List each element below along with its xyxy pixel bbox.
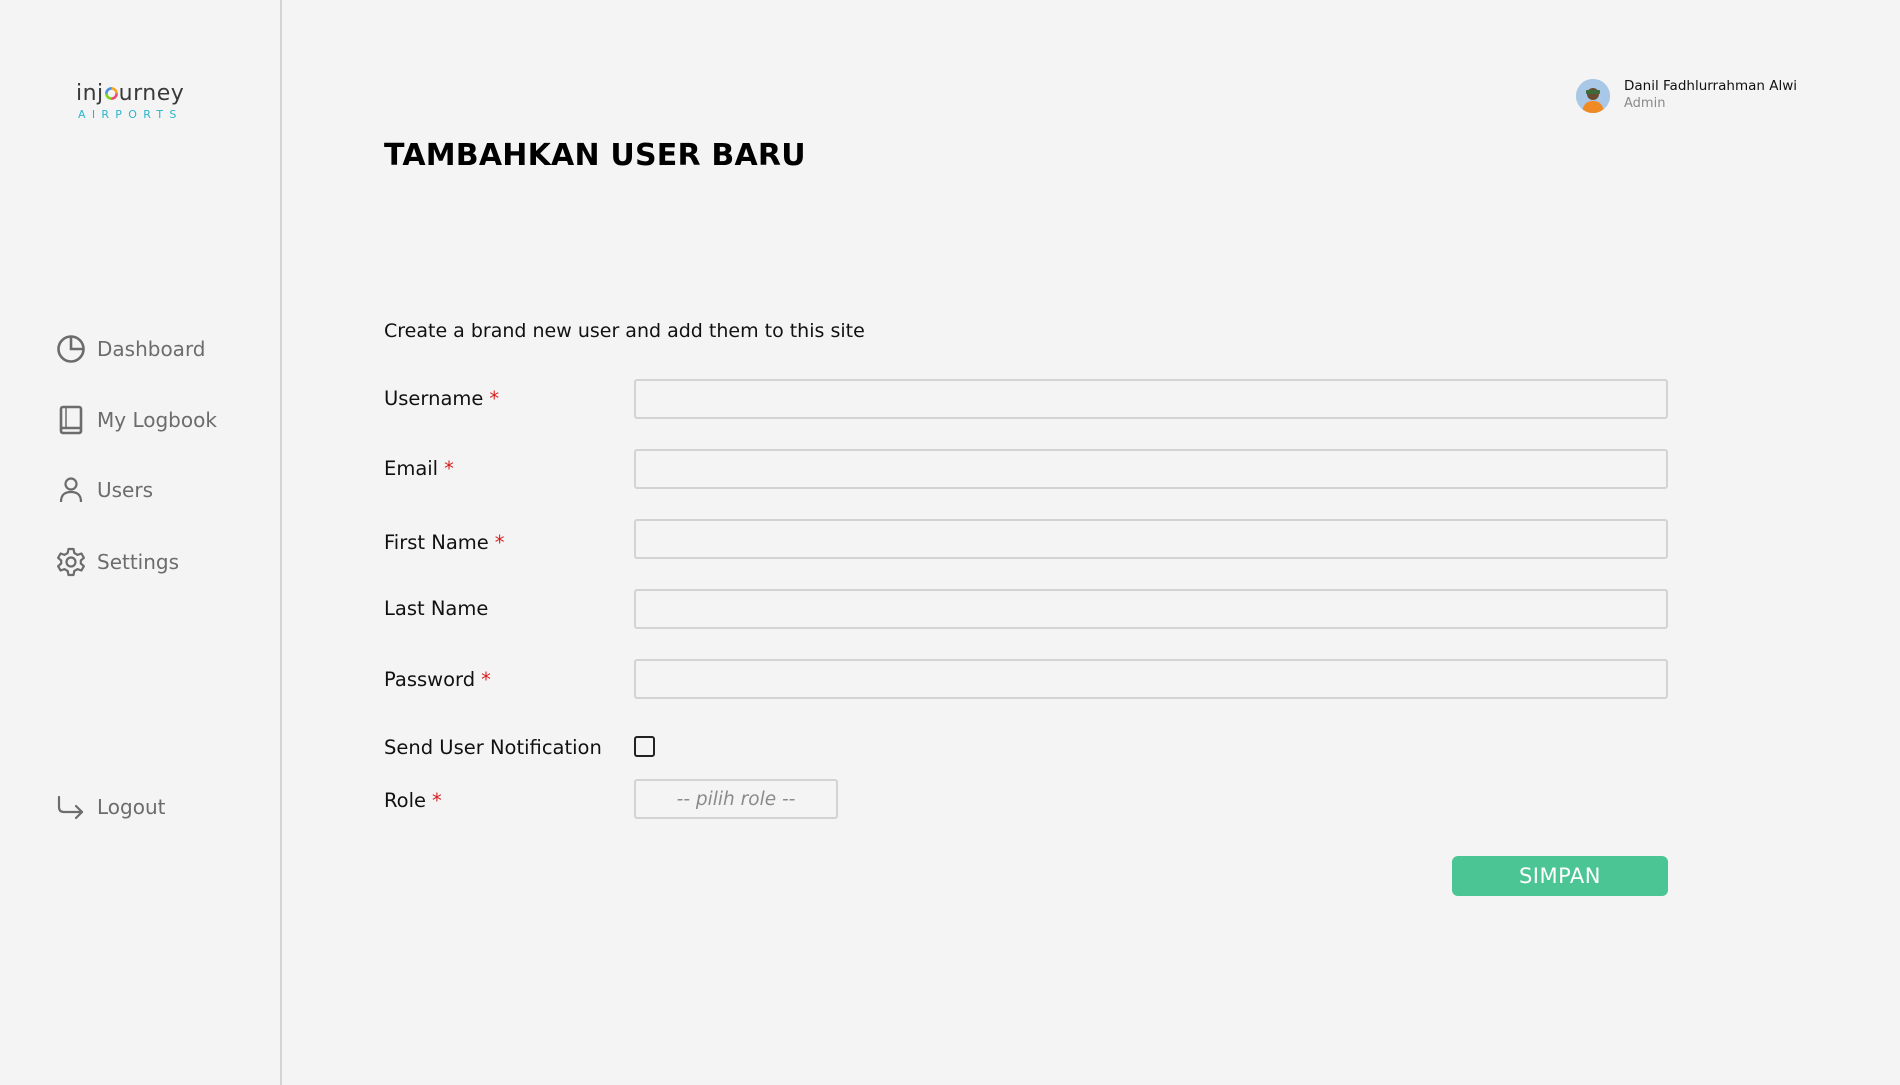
form-row-last-name: Last Name bbox=[384, 589, 1668, 629]
send-notification-label: Send User Notification bbox=[384, 736, 602, 759]
brand-logo: inj urney AIRPORTS bbox=[76, 82, 186, 122]
send-notification-checkbox[interactable] bbox=[634, 736, 655, 757]
role-select[interactable]: -- pilih role -- bbox=[634, 779, 838, 819]
sidebar-item-label: Settings bbox=[97, 550, 180, 574]
username-input[interactable] bbox=[634, 379, 1668, 419]
username-label-text: Username bbox=[384, 387, 484, 410]
save-button[interactable]: SIMPAN bbox=[1452, 856, 1668, 896]
sidebar-item-label: Users bbox=[97, 478, 154, 502]
pie-chart-icon bbox=[57, 335, 85, 363]
first-name-input[interactable] bbox=[634, 519, 1668, 559]
form-row-role: Role * -- pilih role -- bbox=[384, 779, 1668, 819]
required-mark: * bbox=[444, 457, 454, 480]
last-name-label: Last Name bbox=[384, 597, 489, 620]
page-title: TAMBAHKAN USER BARU bbox=[384, 138, 806, 173]
email-label-text: Email bbox=[384, 457, 439, 480]
email-input[interactable] bbox=[634, 449, 1668, 489]
form-row-send-notification: Send User Notification bbox=[384, 728, 1668, 768]
logo-ring-icon bbox=[104, 87, 118, 100]
form-row-password: Password * bbox=[384, 659, 1668, 699]
sidebar-item-label: Dashboard bbox=[97, 337, 206, 361]
avatar bbox=[1576, 78, 1610, 113]
form-row-username: Username * bbox=[384, 379, 1668, 419]
password-label-text: Password bbox=[384, 668, 476, 691]
required-mark: * bbox=[494, 531, 505, 554]
profile-text: Danil Fadhlurrahman Alwi Admin bbox=[1624, 78, 1797, 113]
sidebar-item-settings[interactable]: Settings bbox=[55, 545, 179, 579]
required-mark: * bbox=[481, 668, 491, 691]
required-mark: * bbox=[489, 387, 500, 410]
role-label-text: Role bbox=[384, 789, 427, 812]
first-name-label: First Name * bbox=[384, 531, 505, 554]
sidebar-item-label: My Logbook bbox=[97, 408, 217, 432]
app-root: inj urney AIRPORTS Dashboard My Logbook bbox=[0, 0, 1900, 1085]
sidebar-item-dashboard[interactable]: Dashboard bbox=[55, 332, 206, 366]
user-icon bbox=[59, 477, 83, 503]
form-row-first-name: First Name * bbox=[384, 519, 1668, 559]
brand-subtitle: AIRPORTS bbox=[78, 108, 183, 121]
gear-icon bbox=[57, 547, 85, 577]
user-profile[interactable]: Danil Fadhlurrahman Alwi Admin bbox=[1576, 78, 1797, 113]
first-name-label-text: First Name bbox=[384, 531, 489, 554]
brand-logo-wordmark: inj urney bbox=[76, 82, 186, 106]
profile-name: Danil Fadhlurrahman Alwi bbox=[1624, 78, 1797, 94]
username-label: Username * bbox=[384, 387, 499, 410]
form-description: Create a brand new user and add them to … bbox=[384, 320, 865, 342]
logout-arrow-icon bbox=[57, 795, 84, 820]
form-row-email: Email * bbox=[384, 449, 1668, 489]
brand-name-part1: inj bbox=[76, 81, 104, 106]
password-input[interactable] bbox=[634, 659, 1668, 699]
profile-role: Admin bbox=[1624, 96, 1666, 111]
brand-name-part2: urney bbox=[118, 81, 185, 106]
last-name-input[interactable] bbox=[634, 589, 1668, 629]
email-label: Email * bbox=[384, 457, 454, 480]
book-icon bbox=[59, 405, 83, 435]
sidebar: inj urney AIRPORTS Dashboard My Logbook bbox=[0, 0, 282, 1085]
required-mark: * bbox=[432, 789, 442, 812]
role-label: Role * bbox=[384, 789, 442, 812]
password-label: Password * bbox=[384, 668, 491, 691]
sidebar-item-my-logbook[interactable]: My Logbook bbox=[55, 403, 217, 437]
logout-label: Logout bbox=[97, 795, 166, 819]
sidebar-item-users[interactable]: Users bbox=[55, 473, 153, 507]
logout-button[interactable]: Logout bbox=[55, 790, 165, 824]
